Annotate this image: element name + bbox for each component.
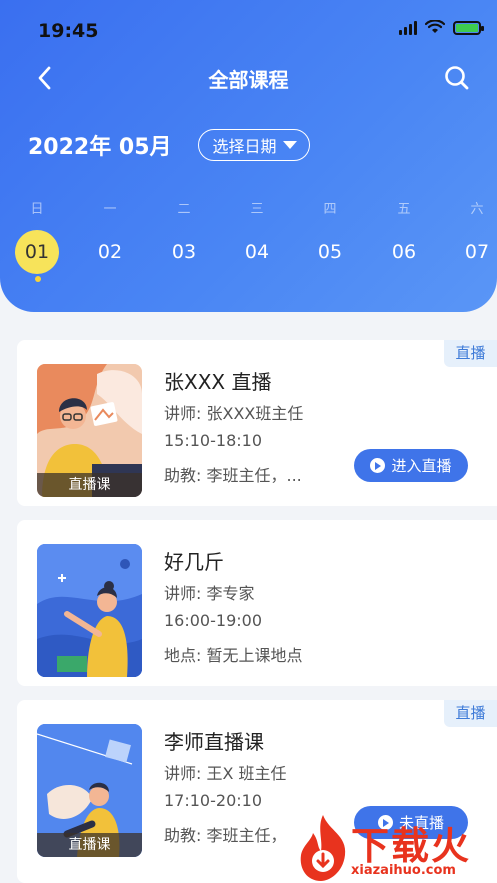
day-selected[interactable]: 01	[15, 230, 59, 274]
thumbnail-ribbon: 直播课	[37, 473, 142, 497]
enter-live-button[interactable]: 进入直播	[354, 449, 468, 482]
weekday-label: 四	[323, 202, 337, 217]
day-item[interactable]: 02	[88, 230, 132, 274]
signal-icon	[399, 20, 417, 35]
course-assistant: 助教: 李班主任，...	[164, 466, 302, 485]
play-icon	[370, 458, 386, 473]
day-row: 01 02 03 04 05 06 07	[0, 230, 497, 276]
teacher-illustration	[37, 544, 142, 677]
select-date-label: 选择日期	[212, 137, 277, 156]
course-thumbnail	[37, 544, 142, 677]
event-dot	[35, 276, 41, 282]
live-tag: 直播	[444, 340, 497, 367]
course-thumbnail: 直播课	[37, 724, 142, 857]
weekday-label: 日	[30, 202, 44, 217]
search-icon[interactable]	[443, 64, 471, 92]
header-banner: 19:45 全部课程 2022年 05月 选择日期 日 一 二 三 四 五 六 …	[0, 0, 497, 312]
status-time: 19:45	[38, 20, 99, 42]
course-card[interactable]: 直播 直播课 张XXX 直播 讲师: 张XXX班主任 15:10-18:10 助…	[17, 340, 497, 506]
month-row: 2022年 05月 选择日期	[28, 128, 310, 162]
course-location: 地点: 暂无上课地点	[164, 646, 303, 665]
day-item[interactable]: 06	[382, 230, 426, 274]
weekday-row: 日 一 二 三 四 五 六	[0, 198, 497, 217]
status-icons	[399, 20, 484, 35]
course-teacher: 讲师: 张XXX班主任	[164, 404, 304, 423]
course-time: 15:10-18:10	[164, 431, 262, 450]
course-assistant: 助教: 李班主任，	[164, 826, 287, 845]
current-month: 2022年 05月	[28, 135, 172, 160]
day-item[interactable]: 05	[308, 230, 352, 274]
weekday-label: 三	[250, 202, 264, 217]
status-bar: 19:45	[0, 0, 497, 50]
course-title: 李师直播课	[164, 730, 264, 754]
select-date-button[interactable]: 选择日期	[197, 129, 310, 161]
weekday-label: 一	[103, 202, 117, 217]
flame-icon	[300, 815, 346, 881]
enter-live-label: 进入直播	[391, 457, 452, 475]
day-item[interactable]: 07	[455, 230, 497, 274]
course-thumbnail: 直播课	[37, 364, 142, 497]
course-time: 17:10-20:10	[164, 791, 262, 810]
thumbnail-ribbon: 直播课	[37, 833, 142, 857]
course-title: 张XXX 直播	[164, 370, 272, 394]
weekday-label: 二	[177, 202, 191, 217]
live-tag: 直播	[444, 700, 497, 727]
weekday-label: 五	[397, 202, 411, 217]
watermark-logo: 下载火 xiazaihuo.com	[293, 811, 493, 883]
course-teacher: 讲师: 王X 班主任	[164, 764, 287, 783]
watermark-text: 下载火	[351, 824, 472, 868]
battery-icon	[453, 20, 484, 35]
day-item[interactable]: 03	[162, 230, 206, 274]
page-title: 全部课程	[208, 68, 289, 92]
course-time: 16:00-19:00	[164, 611, 262, 630]
day-item[interactable]: 04	[235, 230, 279, 274]
wifi-icon	[425, 20, 445, 33]
course-title: 好几斤	[164, 550, 224, 574]
nav-bar: 全部课程	[0, 58, 497, 98]
course-card[interactable]: 好几斤 讲师: 李专家 16:00-19:00 地点: 暂无上课地点	[17, 520, 497, 686]
weekday-label: 六	[470, 202, 484, 217]
watermark-url: xiazaihuo.com	[351, 863, 456, 878]
course-teacher: 讲师: 李专家	[164, 584, 255, 603]
caret-down-icon	[282, 141, 297, 149]
